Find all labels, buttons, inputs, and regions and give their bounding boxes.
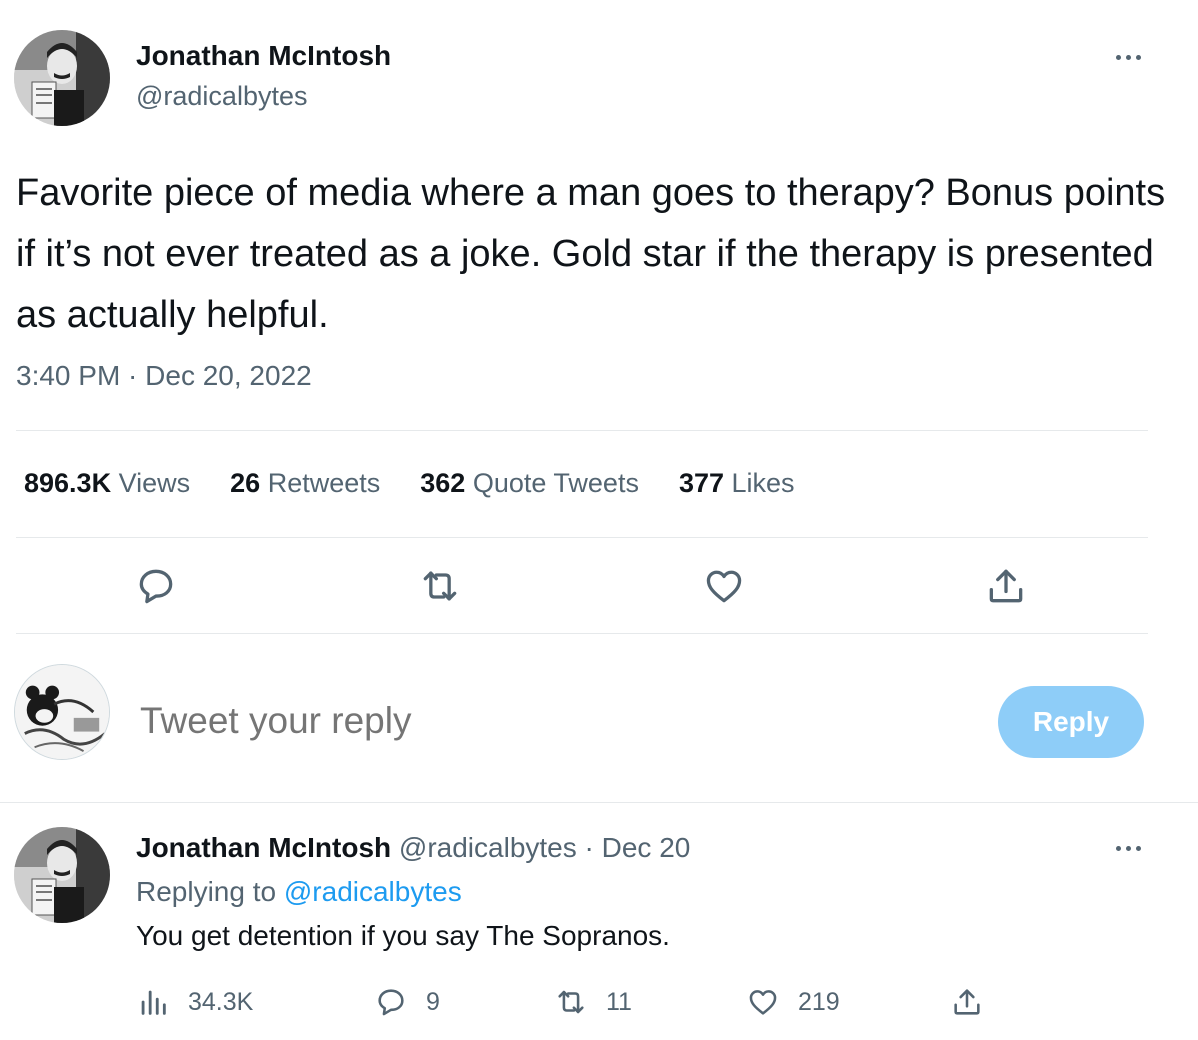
- share-icon[interactable]: [984, 564, 1028, 608]
- retweets-label: Retweets: [267, 468, 381, 498]
- divider: [16, 633, 1148, 634]
- retweets-count: 26: [230, 468, 261, 498]
- current-user-avatar[interactable]: [14, 664, 110, 760]
- reply-like-button[interactable]: 219: [746, 982, 840, 1022]
- reply-share-button[interactable]: [950, 982, 984, 1022]
- quote-tweets-label: Quote Tweets: [472, 468, 639, 498]
- replying-to-handle[interactable]: @radicalbytes: [284, 876, 462, 907]
- divider: [16, 537, 1148, 538]
- reply-views-count: 34.3K: [188, 987, 254, 1016]
- more-options-icon[interactable]: [1106, 42, 1150, 72]
- likes-label: Likes: [731, 468, 795, 498]
- likes-count: 377: [678, 468, 725, 498]
- divider: [16, 430, 1148, 431]
- reply-text: You get detention if you say The Soprano…: [136, 920, 670, 951]
- quote-tweets-stat[interactable]: 362 Quote Tweets: [420, 468, 639, 499]
- reply-header: Jonathan McIntosh @radicalbytes · Dec 20: [136, 832, 690, 864]
- divider: [0, 802, 1198, 803]
- author-handle[interactable]: @radicalbytes: [136, 81, 307, 112]
- retweet-icon: [558, 990, 584, 1014]
- reply-likes-count: 219: [798, 987, 840, 1016]
- like-icon: [749, 990, 777, 1015]
- reply-author-name[interactable]: Jonathan McIntosh: [136, 832, 391, 863]
- replying-to: Replying to @radicalbytes: [136, 876, 462, 908]
- reply-input[interactable]: [140, 700, 840, 742]
- tweet-text: Favorite piece of media where a man goes…: [16, 172, 1166, 336]
- reply-icon[interactable]: [134, 564, 178, 608]
- views-button[interactable]: 34.3K: [136, 982, 253, 1022]
- reply-button[interactable]: Reply: [998, 686, 1144, 758]
- tweet-timestamp[interactable]: 3:40 PM · Dec 20, 2022: [16, 360, 312, 392]
- analytics-icon: [141, 990, 166, 1015]
- views-label: Views: [118, 468, 191, 498]
- like-icon[interactable]: [702, 564, 746, 608]
- more-options-icon[interactable]: [1106, 833, 1150, 863]
- share-icon: [954, 989, 980, 1015]
- reply-replies-count: 9: [426, 987, 440, 1016]
- replying-to-prefix: Replying to: [136, 876, 277, 907]
- reply-author-avatar[interactable]: [14, 827, 110, 923]
- views-stat[interactable]: 896.3K Views: [24, 468, 190, 499]
- reply-meta[interactable]: @radicalbytes · Dec 20: [399, 832, 690, 863]
- reply-reply-button[interactable]: 9: [374, 982, 440, 1022]
- reply-retweet-button[interactable]: 11: [554, 982, 632, 1022]
- views-count: 896.3K: [24, 468, 112, 498]
- likes-stat[interactable]: 377 Likes: [679, 468, 795, 499]
- tweet-stats: 896.3K Views 26 Retweets 362 Quote Tweet…: [24, 468, 795, 499]
- retweet-icon[interactable]: [418, 564, 462, 608]
- retweets-stat[interactable]: 26 Retweets: [230, 468, 380, 499]
- quote-tweets-count: 362: [420, 468, 466, 498]
- author-avatar[interactable]: [14, 30, 110, 126]
- reply-icon: [378, 989, 404, 1016]
- reply-retweets-count: 11: [606, 987, 632, 1016]
- author-name[interactable]: Jonathan McIntosh: [136, 40, 391, 72]
